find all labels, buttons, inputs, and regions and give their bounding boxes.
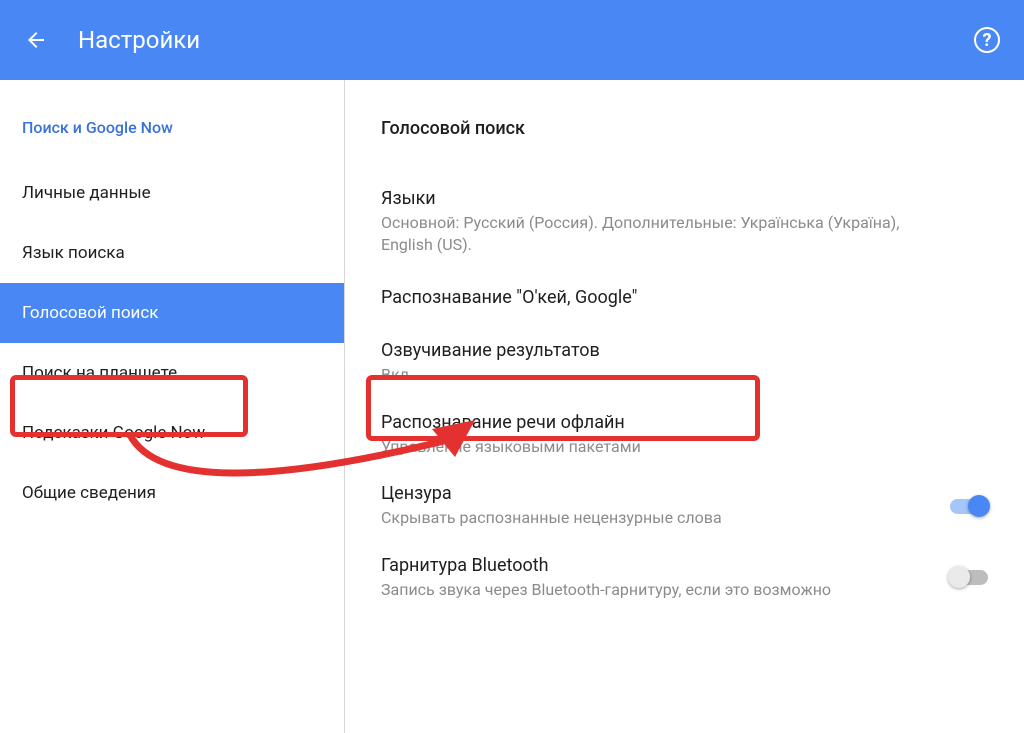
setting-subtitle: Запись звука через Bluetooth-гарнитуру, … <box>381 579 880 601</box>
toggle-bluetooth-headset[interactable] <box>950 570 988 585</box>
toggle-safesearch[interactable] <box>950 499 988 514</box>
setting-offline-recognition[interactable]: Распознавание речи офлайн Управление язы… <box>345 399 1024 471</box>
back-arrow-icon[interactable] <box>24 28 48 52</box>
help-icon[interactable]: ? <box>974 27 1000 53</box>
setting-languages[interactable]: Языки Основной: Русский (Россия). Дополн… <box>345 175 1024 268</box>
sidebar: Поиск и Google Now Личные данные Язык по… <box>0 80 345 733</box>
setting-title: Гарнитура Bluetooth <box>381 555 880 576</box>
setting-title: Языки <box>381 188 918 209</box>
setting-title: Распознавание "О'кей, Google" <box>381 281 918 314</box>
setting-subtitle: Основной: Русский (Россия). Дополнительн… <box>381 212 918 255</box>
sidebar-item-about[interactable]: Общие сведения <box>0 463 344 523</box>
setting-bluetooth-headset[interactable]: Гарнитура Bluetooth Запись звука через B… <box>345 542 1024 614</box>
setting-safesearch[interactable]: Цензура Скрывать распознанные нецензурны… <box>345 470 1024 542</box>
setting-subtitle: Управление языковыми пакетами <box>381 436 918 458</box>
main-content: Голосовой поиск Языки Основной: Русский … <box>345 80 1024 733</box>
sidebar-item-voice-search[interactable]: Голосовой поиск <box>0 283 344 343</box>
setting-subtitle: Скрывать распознанные нецензурные слова <box>381 507 880 529</box>
sidebar-section-title: Поиск и Google Now <box>0 90 344 163</box>
setting-ok-google-detection[interactable]: Распознавание "О'кей, Google" <box>345 268 1024 327</box>
sidebar-item-google-now-hints[interactable]: Подсказки Google Now <box>0 403 344 463</box>
setting-subtitle: Вкл. <box>381 364 918 386</box>
setting-title: Распознавание речи офлайн <box>381 412 918 433</box>
setting-speak-results[interactable]: Озвучивание результатов Вкл. <box>345 327 1024 399</box>
page-title: Настройки <box>78 26 974 54</box>
sidebar-item-search-language[interactable]: Язык поиска <box>0 223 344 283</box>
main-title: Голосовой поиск <box>345 90 1024 175</box>
setting-title: Цензура <box>381 483 880 504</box>
sidebar-item-tablet-search[interactable]: Поиск на планшете <box>0 343 344 403</box>
app-header: Настройки ? <box>0 0 1024 80</box>
sidebar-item-personal-data[interactable]: Личные данные <box>0 163 344 223</box>
setting-title: Озвучивание результатов <box>381 340 918 361</box>
